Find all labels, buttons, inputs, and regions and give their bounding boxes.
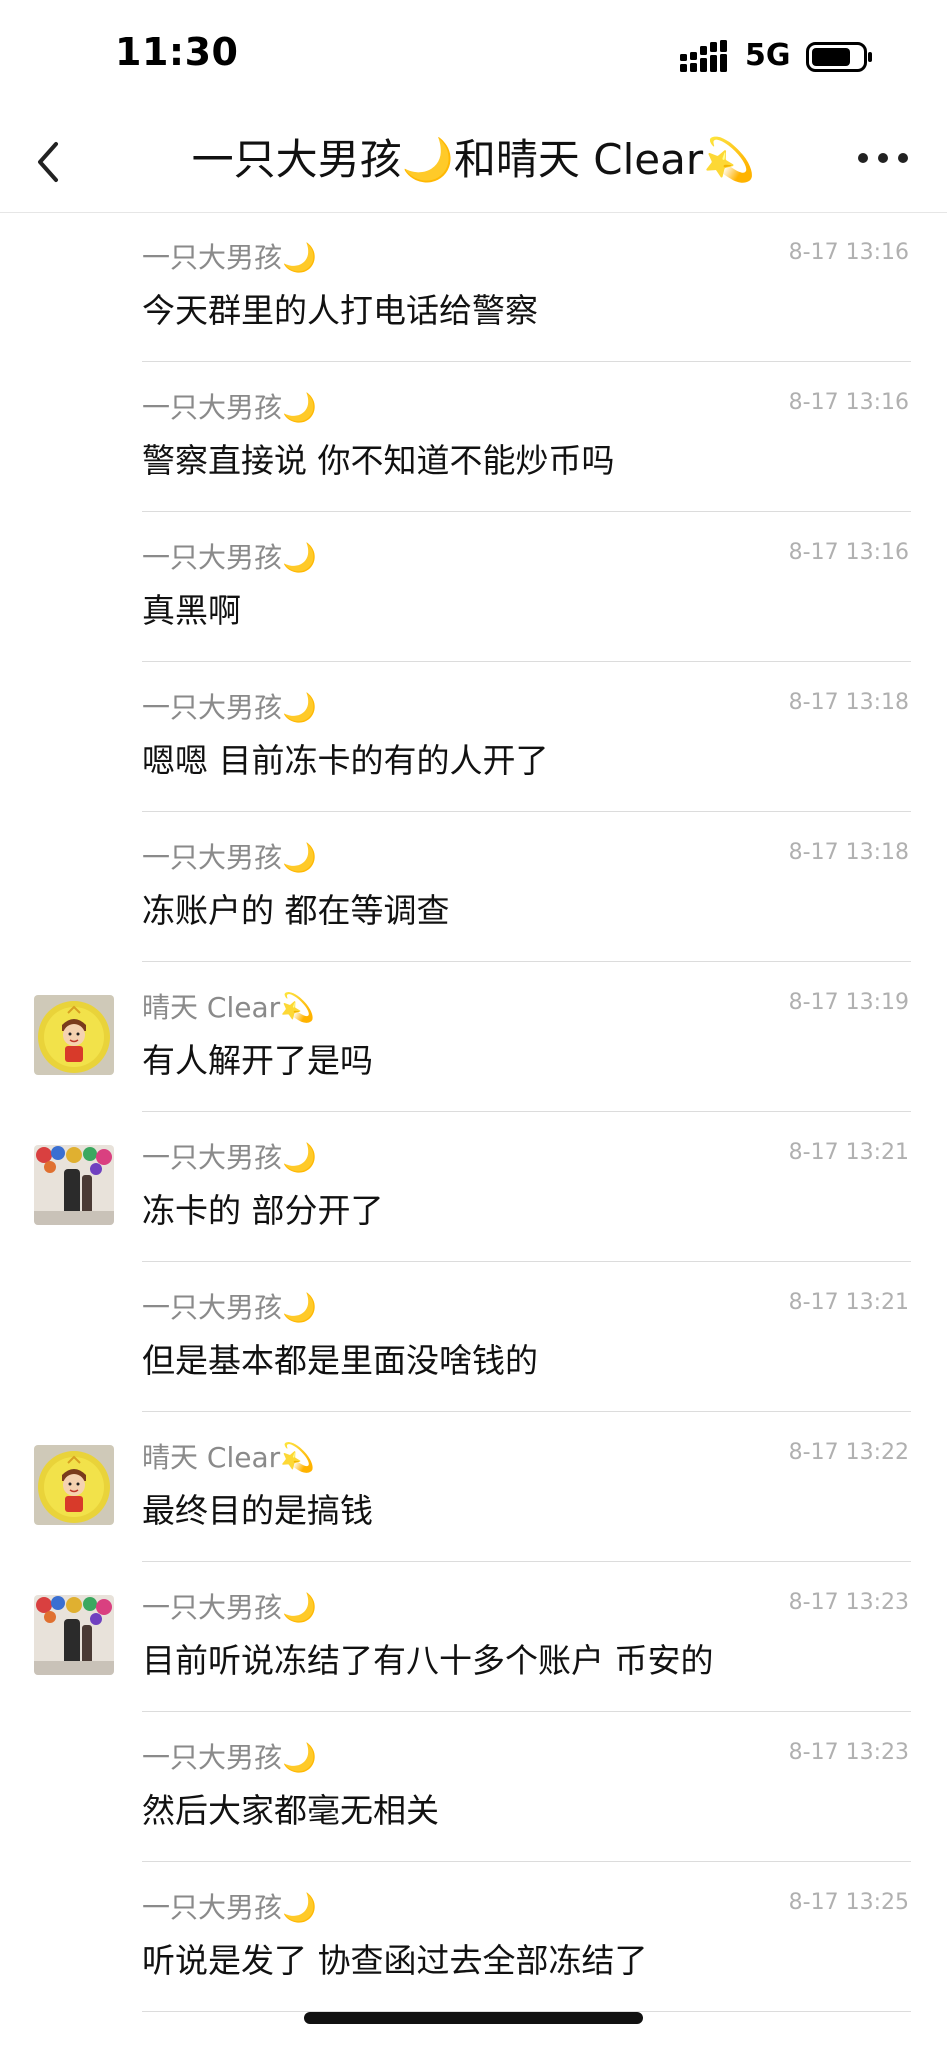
message-item[interactable]: 一只大男孩🌙 8-17 13:18 冻账户的 都在等调查 (0, 812, 947, 962)
message-list: 一只大男孩🌙 8-17 13:16 今天群里的人打电话给警察 一只大男孩🌙 8-… (0, 212, 947, 2012)
message-item[interactable]: 一只大男孩🌙 8-17 13:16 今天群里的人打电话给警察 (0, 212, 947, 362)
message-time: 8-17 13:22 (788, 1440, 909, 1465)
message-text: 有人解开了是吗 (142, 1041, 373, 1080)
message-item[interactable]: 一只大男孩🌙 8-17 13:25 听说是发了 协查函过去全部冻结了 (0, 1862, 947, 2012)
message-item[interactable]: 晴天 Clear💫 8-17 13:19 有人解开了是吗 (0, 962, 947, 1112)
status-bar: 11:30 5G (0, 0, 947, 112)
photo-avatar[interactable] (34, 1595, 114, 1675)
message-item[interactable]: 一只大男孩🌙 8-17 13:23 然后大家都毫无相关 (0, 1712, 947, 1862)
message-text: 听说是发了 协查函过去全部冻结了 (142, 1941, 648, 1980)
message-text: 真黑啊 (142, 591, 241, 630)
chat-title: 一只大男孩🌙和晴天 Clear💫 (191, 135, 756, 184)
message-text: 然后大家都毫无相关 (142, 1791, 439, 1830)
photo-avatar[interactable] (34, 1145, 114, 1225)
message-text: 嗯嗯 目前冻卡的有的人开了 (142, 741, 549, 780)
message-time: 8-17 13:23 (788, 1590, 909, 1615)
signal-bars-icon (680, 40, 727, 72)
message-sender: 晴天 Clear💫 (142, 991, 315, 1024)
message-time: 8-17 13:21 (788, 1140, 909, 1165)
message-text: 冻账户的 都在等调查 (142, 891, 450, 930)
message-item[interactable]: 一只大男孩🌙 8-17 13:21 冻卡的 部分开了 (0, 1112, 947, 1262)
message-time: 8-17 13:18 (788, 840, 909, 865)
message-item[interactable]: 一只大男孩🌙 8-17 13:16 警察直接说 你不知道不能炒币吗 (0, 362, 947, 512)
message-item[interactable]: 一只大男孩🌙 8-17 13:21 但是基本都是里面没啥钱的 (0, 1262, 947, 1412)
message-item[interactable]: 一只大男孩🌙 8-17 13:16 真黑啊 (0, 512, 947, 662)
message-text: 目前听说冻结了有八十多个账户 币安的 (142, 1641, 714, 1680)
message-time: 8-17 13:16 (788, 540, 909, 565)
message-text: 今天群里的人打电话给警察 (142, 291, 538, 330)
message-sender: 一只大男孩🌙 (142, 1591, 317, 1624)
message-time: 8-17 13:16 (788, 390, 909, 415)
message-text: 最终目的是搞钱 (142, 1491, 373, 1530)
message-text: 冻卡的 部分开了 (142, 1191, 384, 1230)
message-sender: 一只大男孩🌙 (142, 691, 317, 724)
battery-icon (806, 42, 872, 72)
message-item[interactable]: 一只大男孩🌙 8-17 13:18 嗯嗯 目前冻卡的有的人开了 (0, 662, 947, 812)
message-text: 但是基本都是里面没啥钱的 (142, 1341, 538, 1380)
message-sender: 晴天 Clear💫 (142, 1441, 315, 1474)
chevron-left-icon[interactable] (30, 136, 70, 188)
message-sender: 一只大男孩🌙 (142, 241, 317, 274)
message-time: 8-17 13:25 (788, 1890, 909, 1915)
message-text: 警察直接说 你不知道不能炒币吗 (142, 441, 615, 480)
message-sender: 一只大男孩🌙 (142, 541, 317, 574)
status-time: 11:30 (115, 30, 239, 74)
message-time: 8-17 13:21 (788, 1290, 909, 1315)
nav-bar: 一只大男孩🌙和晴天 Clear💫 (0, 112, 947, 213)
message-sender: 一只大男孩🌙 (142, 1141, 317, 1174)
yellow-cartoon-avatar[interactable] (34, 995, 114, 1075)
message-sender: 一只大男孩🌙 (142, 1741, 317, 1774)
message-time: 8-17 13:16 (788, 240, 909, 265)
home-indicator[interactable] (304, 2012, 643, 2024)
message-time: 8-17 13:19 (788, 990, 909, 1015)
message-sender: 一只大男孩🌙 (142, 391, 317, 424)
more-dots-icon[interactable] (855, 150, 911, 166)
message-item[interactable]: 一只大男孩🌙 8-17 13:23 目前听说冻结了有八十多个账户 币安的 (0, 1562, 947, 1712)
message-sender: 一只大男孩🌙 (142, 841, 317, 874)
message-item[interactable]: 晴天 Clear💫 8-17 13:22 最终目的是搞钱 (0, 1412, 947, 1562)
network-label: 5G (745, 38, 791, 73)
yellow-cartoon-avatar[interactable] (34, 1445, 114, 1525)
message-time: 8-17 13:23 (788, 1740, 909, 1765)
message-sender: 一只大男孩🌙 (142, 1291, 317, 1324)
message-time: 8-17 13:18 (788, 690, 909, 715)
message-sender: 一只大男孩🌙 (142, 1891, 317, 1924)
